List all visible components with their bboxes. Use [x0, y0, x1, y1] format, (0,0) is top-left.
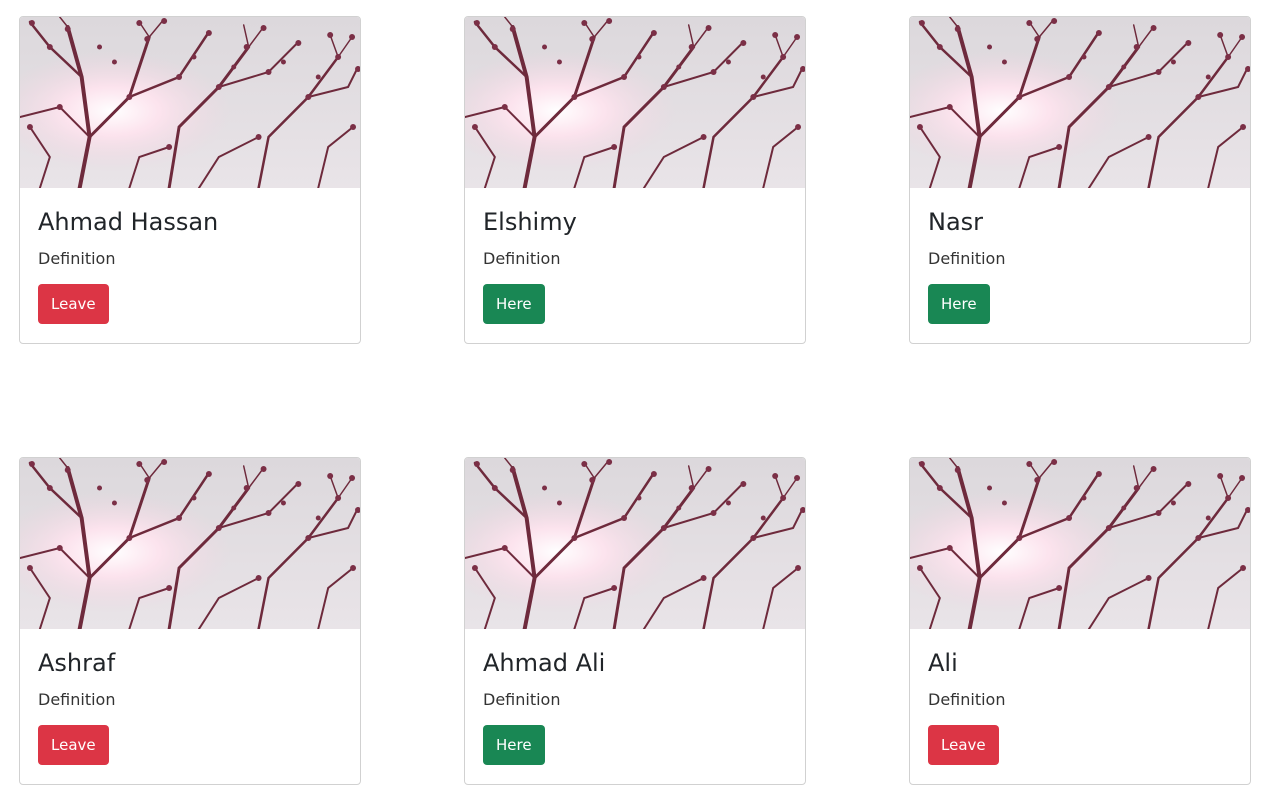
here-button[interactable]: Here: [928, 284, 990, 324]
card-grid: Ahmad Hassan Definition Leave Elshimy De…: [0, 0, 1280, 788]
card-text: Definition: [38, 249, 116, 268]
leave-button[interactable]: Leave: [928, 725, 999, 765]
card-title: Ali: [928, 649, 958, 677]
leave-button[interactable]: Leave: [38, 284, 109, 324]
card-body: Ahmad Ali Definition Here: [465, 647, 805, 765]
card-body: Elshimy Definition Here: [465, 206, 805, 324]
card-body: Ashraf Definition Leave: [20, 647, 360, 765]
card-text: Definition: [38, 690, 116, 709]
person-card: Ali Definition Leave: [909, 457, 1251, 785]
card-image: [910, 458, 1250, 629]
person-card: Ahmad Ali Definition Here: [464, 457, 806, 785]
card-image: [465, 17, 805, 188]
card-image: [20, 17, 360, 188]
card-text: Definition: [483, 690, 561, 709]
card-body: Ahmad Hassan Definition Leave: [20, 206, 360, 324]
person-card: Ashraf Definition Leave: [19, 457, 361, 785]
card-text: Definition: [483, 249, 561, 268]
card-title: Ashraf: [38, 649, 116, 677]
card-text: Definition: [928, 690, 1006, 709]
card-body: Nasr Definition Here: [910, 206, 1250, 324]
here-button[interactable]: Here: [483, 725, 545, 765]
person-card: Ahmad Hassan Definition Leave: [19, 16, 361, 344]
card-text: Definition: [928, 249, 1006, 268]
card-body: Ali Definition Leave: [910, 647, 1250, 765]
person-card: Elshimy Definition Here: [464, 16, 806, 344]
person-card: Nasr Definition Here: [909, 16, 1251, 344]
card-image: [465, 458, 805, 629]
card-title: Ahmad Hassan: [38, 208, 219, 236]
card-title: Nasr: [928, 208, 984, 236]
leave-button[interactable]: Leave: [38, 725, 109, 765]
here-button[interactable]: Here: [483, 284, 545, 324]
card-title: Ahmad Ali: [483, 649, 606, 677]
card-title: Elshimy: [483, 208, 577, 236]
card-image: [20, 458, 360, 629]
card-image: [910, 17, 1250, 188]
